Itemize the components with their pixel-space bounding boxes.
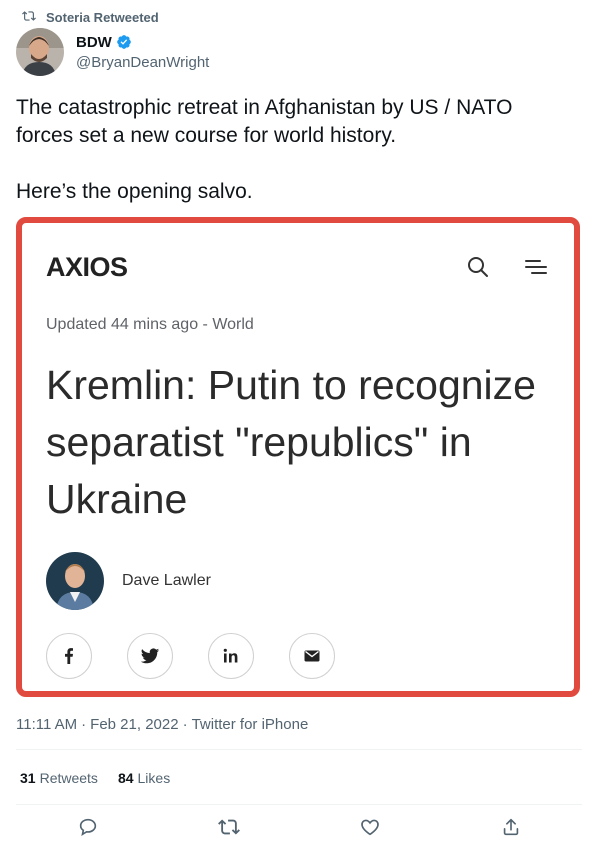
tweet-source[interactable]: Twitter for iPhone [192, 716, 309, 733]
retweet-icon [22, 9, 36, 26]
separator: · [81, 716, 87, 733]
byline: Dave Lawler [46, 552, 211, 610]
retweets-label: Retweets [39, 770, 98, 786]
likes-stat[interactable]: 84 Likes [118, 770, 170, 786]
axios-logo-text: AXIOS [46, 251, 128, 282]
linkedin-icon [208, 633, 254, 679]
user-handle[interactable]: @BryanDeanWright [76, 54, 209, 71]
verified-badge-icon [116, 34, 132, 50]
retweet-icon[interactable] [218, 816, 242, 840]
menu-icon [522, 253, 550, 281]
byline-name: Dave Lawler [122, 572, 211, 589]
user-avatar[interactable] [16, 28, 64, 76]
like-icon[interactable] [359, 816, 383, 840]
facebook-icon [46, 633, 92, 679]
retweets-count: 31 [20, 770, 36, 786]
article-meta: Updated 44 mins ago - World [46, 316, 254, 333]
tweet-actions [0, 812, 598, 848]
author-photo-avatar [46, 552, 104, 610]
search-icon [464, 253, 492, 281]
retweets-stat[interactable]: 31 Retweets [20, 770, 98, 786]
engagement-stats: 31 Retweets 84 Likes [20, 770, 170, 786]
attached-image-card[interactable]: AXIOS Updated 44 mins ago - World Kremli… [16, 217, 580, 697]
divider [16, 749, 582, 750]
mail-icon [289, 633, 335, 679]
retweet-context-label: Soteria Retweeted [46, 9, 159, 25]
share-icon[interactable] [500, 816, 524, 840]
tweet-author[interactable]: BDW @BryanDeanWright [16, 28, 209, 76]
axios-logo: AXIOS [46, 252, 128, 283]
reply-icon[interactable] [77, 816, 101, 840]
article-title: Kremlin: Putin to recognize separatist "… [46, 362, 536, 522]
tweet-text: The catastrophic retreat in Afghanistan … [16, 96, 513, 203]
likes-count: 84 [117, 770, 134, 786]
retweet-context[interactable]: Soteria Retweeted [22, 8, 159, 26]
likes-label: Likes [137, 770, 171, 786]
tweet-timestamp[interactable]: 11:11 AM · Feb 21, 2022 · Twitter for iP… [16, 716, 308, 733]
tweet-date[interactable]: Feb 21, 2022 [90, 716, 178, 733]
axios-header: AXIOS [46, 247, 550, 287]
display-name[interactable]: BDW [76, 34, 112, 51]
tweet-time[interactable]: 11:11 AM [16, 716, 77, 733]
share-row [46, 633, 335, 679]
twitter-icon [127, 633, 173, 679]
divider [16, 804, 582, 805]
separator: · [182, 716, 188, 733]
